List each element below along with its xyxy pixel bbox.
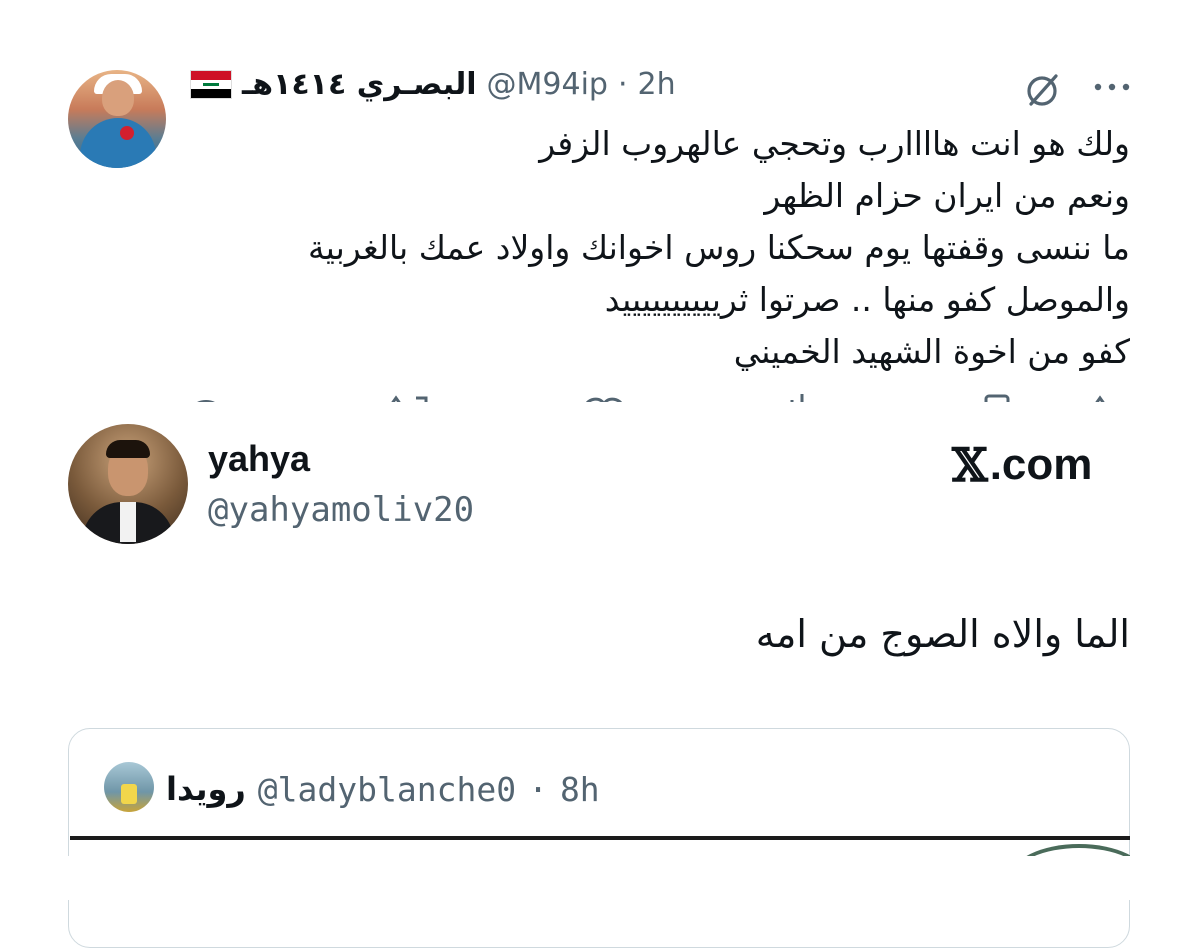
tweet-line: ما ننسى وقفتها يوم سحكنا روس اخوانك واول… [307,228,1130,267]
tweet-line: ولك هو انت هاااارب وتحجي عالهروب الزفر [539,124,1130,163]
embedded-quote-header: رويدا @ladyblanche0 · 8h [166,766,600,812]
avatar-shirt [120,502,136,542]
quote-author-handle[interactable]: @yahyamoliv20 [208,490,474,530]
embedded-author-avatar[interactable] [104,762,154,812]
embedded-author-name[interactable]: رويدا [166,770,246,808]
grok-icon[interactable] [1022,70,1062,110]
embedded-separator: · [528,769,548,809]
crop-mask [0,856,1200,900]
iraq-flag-icon [190,69,232,99]
share-icon [1095,395,1105,402]
embedded-author-handle[interactable]: @ladyblanche0 [258,770,516,809]
bookmark-icon [984,394,1010,402]
x-com-watermark: 𝕏 .com [952,438,1092,492]
watermark-suffix: .com [989,440,1093,489]
embedded-time[interactable]: 8h [560,770,600,809]
reply-icon [197,400,215,402]
top-tweet-text: ولك هو انت هاااارب وتحجي عالهروب الزفر و… [150,118,1130,378]
tweet-line: ونعم من ايران حزام الظهر [764,176,1130,215]
top-tweet-header: البصـري ١٤١٤هـ @M94ip · 2h [190,62,676,106]
quote-author-name[interactable]: yahya [208,438,310,480]
x-logo-icon: 𝕏 [952,438,988,492]
top-tweet-time[interactable]: 2h [638,67,676,102]
views-icon [790,394,804,402]
tweet-line: كفو من اخوة الشهيد الخميني [733,332,1130,371]
like-icon [586,397,622,402]
top-tweet-display-name[interactable]: البصـري ١٤١٤هـ [242,67,477,102]
retweet-icon [391,395,428,402]
avatar-rose [120,126,134,140]
avatar-head [102,80,134,116]
more-options-icon[interactable] [1092,80,1132,94]
quote-tweet-text: الما والاه الصوج من امه [755,612,1130,656]
tweet-line: والموصل كفو منها .. صرتوا ثرييييييييييد [604,280,1130,319]
avatar-figure [121,784,137,804]
avatar-hair [106,440,150,458]
top-tweet-handle[interactable]: @M94ip [487,67,608,102]
avatar-body [80,118,156,168]
top-tweet-action-bar [180,388,1140,402]
top-tweet-separator: · [617,66,628,102]
quote-author-avatar[interactable] [68,424,188,544]
